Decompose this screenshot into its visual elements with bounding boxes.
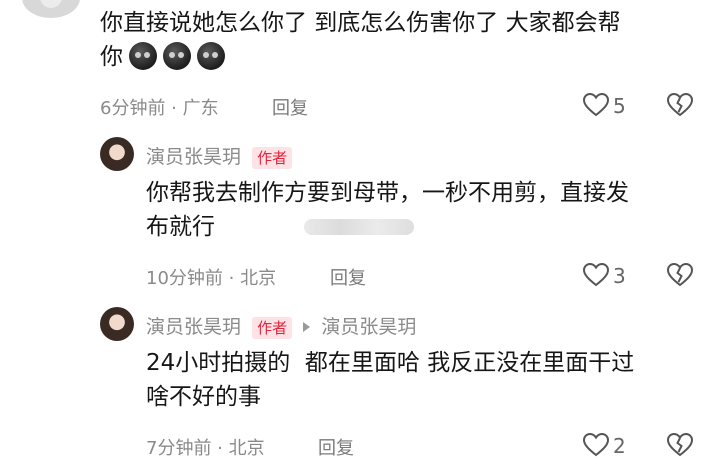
like-count: 2 — [613, 434, 626, 458]
avatar[interactable] — [100, 137, 134, 171]
reply-time-location: 7分钟前 · 北京 — [146, 438, 265, 459]
like-button[interactable] — [583, 433, 609, 457]
heart-icon — [583, 263, 609, 287]
broken-heart-icon — [667, 93, 693, 117]
author-badge: 作者 — [252, 317, 293, 339]
heart-icon — [583, 433, 609, 457]
reply-to-name[interactable]: 演员张昊玥 — [321, 316, 416, 338]
reply-button[interactable]: 回复 — [318, 434, 354, 460]
like-count: 5 — [613, 94, 626, 118]
censor-mark — [304, 219, 414, 235]
author-badge: 作者 — [252, 147, 293, 169]
reply-text-line: 你帮我去制作方要到母带，一秒不用剪，直接发 — [146, 180, 629, 206]
reply-text: 24小时拍摄的 都在里面哈 我反正没在里面干过 啥不好的事 — [146, 346, 706, 414]
avatar[interactable] — [100, 307, 134, 341]
avatar[interactable] — [22, 0, 80, 18]
reply-button[interactable]: 回复 — [330, 264, 366, 290]
reply-arrow-icon — [303, 322, 311, 332]
dislike-button[interactable] — [667, 433, 693, 457]
author-name[interactable]: 演员张昊玥 — [146, 316, 241, 338]
face-emoji-icon — [163, 42, 191, 70]
reply-header: 演员张昊玥 作者 — [146, 142, 293, 169]
like-count: 3 — [613, 264, 626, 288]
comment-time-location: 6分钟前 · 广东 — [100, 98, 219, 119]
like-button[interactable] — [583, 93, 609, 117]
broken-heart-icon — [667, 433, 693, 457]
reply-header: 演员张昊玥 作者 演员张昊玥 — [146, 312, 416, 339]
face-emoji-icon — [129, 42, 157, 70]
face-emoji-icon — [197, 42, 225, 70]
like-button[interactable] — [583, 263, 609, 287]
comment-text-line: 你直接说她怎么你了 到底怎么伤害你了 大家都会帮 — [100, 10, 621, 36]
reply-text-line: 24小时拍摄的 都在里面哈 我反正没在里面干过 — [146, 350, 635, 376]
reply-time-location: 10分钟前 · 北京 — [146, 268, 277, 289]
heart-icon — [583, 93, 609, 117]
dislike-button[interactable] — [667, 93, 693, 117]
reply-text: 你帮我去制作方要到母带，一秒不用剪，直接发 布就行 — [146, 176, 706, 244]
comment-text: 你直接说她怎么你了 到底怎么伤害你了 大家都会帮 你 — [100, 6, 621, 74]
comment-text-line: 你 — [100, 40, 621, 74]
dislike-button[interactable] — [667, 263, 693, 287]
broken-heart-icon — [667, 263, 693, 287]
author-name[interactable]: 演员张昊玥 — [146, 146, 241, 168]
reply-text-line: 啥不好的事 — [146, 384, 261, 410]
reply-text-line: 布就行 — [146, 210, 706, 244]
reply-button[interactable]: 回复 — [272, 94, 308, 120]
